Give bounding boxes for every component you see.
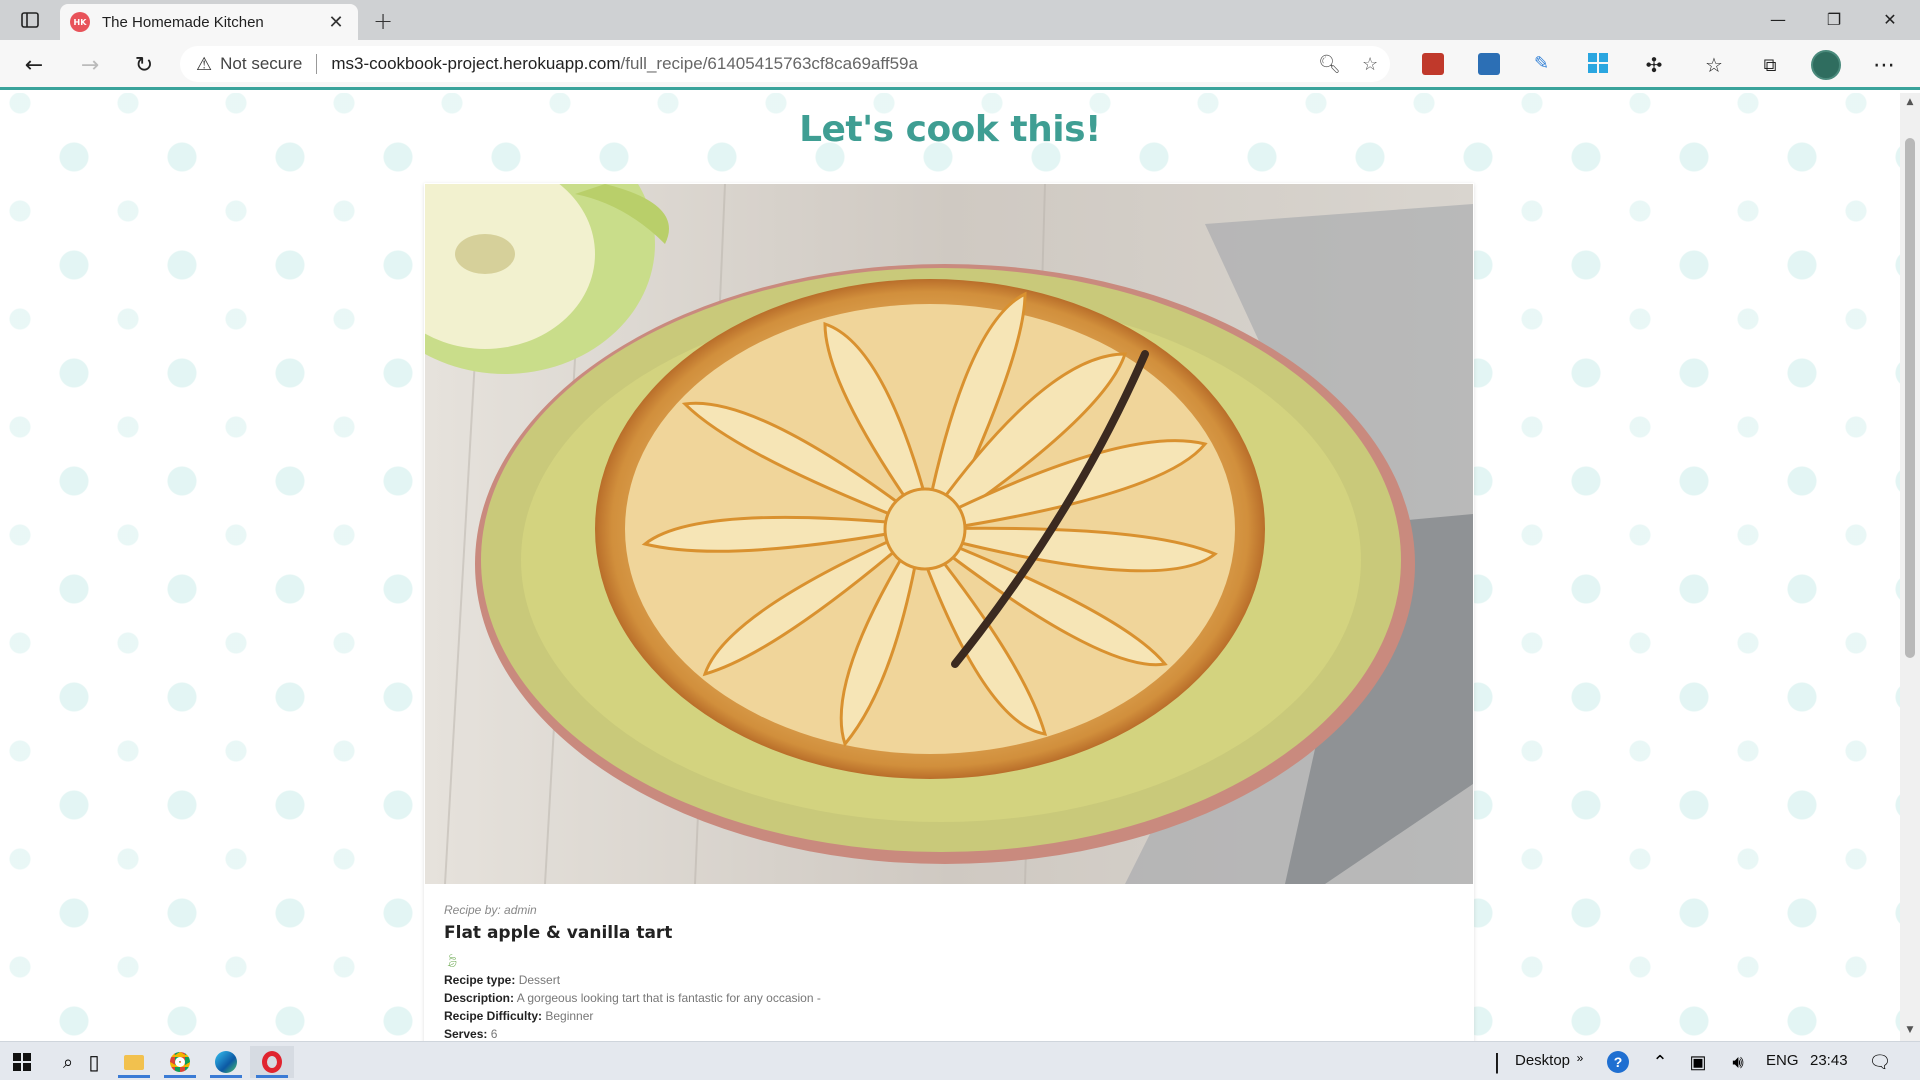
page-viewport: Let's cook this! Recipe by: admin Flat a… [0, 93, 1900, 1041]
notification-center-icon[interactable]: 🗨︎ [1858, 1046, 1902, 1078]
tab-close-icon[interactable]: ✕ [324, 10, 348, 34]
opera-icon [262, 1051, 282, 1073]
taskbar-file-explorer[interactable] [112, 1046, 156, 1078]
recipe-difficulty-field: Recipe Difficulty: Beginner [444, 1009, 821, 1023]
recipe-type-field: Recipe type: Dessert [444, 973, 821, 987]
field-label: Serves: [444, 1027, 488, 1041]
collections-icon[interactable]: ⧉ [1752, 49, 1788, 81]
help-icon[interactable]: ? [1596, 1046, 1640, 1078]
running-indicator [164, 1075, 196, 1078]
browser-tab-bar: HK The Homemade Kitchen ✕ + — ❐ ✕ [0, 0, 1920, 40]
windows-logo-icon [13, 1053, 31, 1071]
omnibox-divider [316, 54, 318, 74]
taskbar-divider: | [1494, 1049, 1500, 1074]
extensions-puzzle-icon[interactable]: ✣ [1636, 49, 1672, 81]
scroll-up-arrow-icon[interactable]: ▲ [1904, 97, 1916, 107]
restore-button[interactable]: ❐ [1806, 0, 1862, 38]
field-label: Recipe Difficulty: [444, 1009, 543, 1023]
browser-toolbar: ← → ↻ ⚠ Not secure ms3-cookbook-project.… [0, 40, 1920, 90]
security-label[interactable]: Not secure [220, 54, 302, 74]
running-indicator [210, 1075, 242, 1078]
field-value: A gorgeous looking tart that is fantasti… [516, 991, 821, 1005]
url-path: /full_recipe/61405415763cf8ca69aff59a [620, 54, 918, 73]
taskbar-edge[interactable] [204, 1046, 248, 1078]
taskbar-opera[interactable] [250, 1046, 294, 1078]
task-view-icon[interactable]: ▯ [84, 1046, 104, 1078]
recipe-title: Flat apple & vanilla tart [444, 923, 673, 943]
folder-icon [124, 1054, 144, 1070]
field-label: Description: [444, 991, 515, 1005]
site-favicon-icon: HK [70, 12, 90, 32]
settings-menu-icon[interactable]: ⋯ [1866, 49, 1902, 81]
scroll-down-arrow-icon[interactable]: ▼ [1904, 1025, 1916, 1035]
taskbar-chrome[interactable] [158, 1046, 202, 1078]
favorites-icon[interactable]: ☆ [1696, 49, 1732, 81]
tab-title: The Homemade Kitchen [102, 13, 264, 31]
forward-button[interactable]: → [72, 49, 108, 81]
extension-feather-icon[interactable]: ✎ [1534, 53, 1556, 75]
field-value: Dessert [518, 973, 561, 987]
extension-sale-icon[interactable] [1422, 53, 1444, 75]
reload-button[interactable]: ↻ [126, 49, 162, 81]
running-indicator [118, 1075, 150, 1078]
extension-windows-icon[interactable] [1588, 53, 1610, 75]
recipe-image [425, 184, 1473, 884]
chrome-icon [170, 1052, 190, 1072]
page-heading: Let's cook this! [799, 109, 1101, 150]
recipe-details: Recipe by: admin Flat apple & vanilla ta… [444, 903, 821, 1041]
recipe-description-field: Description: A gorgeous looking tart tha… [444, 991, 821, 1005]
start-button[interactable] [0, 1046, 44, 1078]
profile-avatar[interactable] [1808, 49, 1844, 81]
field-value: 6 [490, 1027, 498, 1041]
browser-tab-active[interactable]: HK The Homemade Kitchen ✕ [60, 4, 358, 40]
scrollbar-thumb[interactable] [1905, 138, 1915, 658]
extension-square-icon[interactable] [1478, 53, 1500, 75]
minimize-button[interactable]: — [1750, 0, 1806, 38]
running-indicator [256, 1075, 288, 1078]
clock-time[interactable]: 23:43 [1810, 1052, 1848, 1069]
zoom-icon[interactable]: 🔍︎ [1318, 54, 1341, 75]
page-scrollbar[interactable]: ▲ ▼ [1900, 93, 1920, 1041]
recipe-author: Recipe by: admin [444, 903, 537, 917]
windows-taskbar: ⌕ ▯ | Desktop » ? ⌃ ▣ 🔊︎ ENG 23:43 🗨︎ [0, 1041, 1920, 1080]
desktop-toolbar-label[interactable]: Desktop [1515, 1052, 1570, 1069]
back-button[interactable]: ← [16, 49, 52, 81]
network-icon[interactable]: ▣ [1676, 1046, 1720, 1078]
leaf-icon: 🍃︎ [444, 953, 461, 968]
new-tab-button[interactable]: + [368, 6, 398, 36]
input-language[interactable]: ENG [1766, 1052, 1799, 1069]
url-host: ms3-cookbook-project.herokuapp.com [331, 54, 621, 73]
add-favorite-icon[interactable]: ☆ [1362, 54, 1378, 75]
tab-actions-icon [21, 12, 39, 28]
field-label: Recipe type: [444, 973, 516, 987]
warning-icon: ⚠ [196, 53, 213, 74]
recipe-card: Recipe by: admin Flat apple & vanilla ta… [424, 183, 1474, 1041]
toolbar-expand-icon[interactable]: » [1570, 1042, 1590, 1074]
tab-actions-button[interactable] [14, 8, 46, 32]
volume-icon[interactable]: 🔊︎ [1716, 1046, 1760, 1078]
address-bar[interactable]: ⚠ Not secure ms3-cookbook-project.heroku… [180, 46, 1390, 82]
recipe-serves-field: Serves: 6 [444, 1027, 821, 1041]
field-value: Beginner [545, 1009, 594, 1023]
window-close-button[interactable]: ✕ [1862, 0, 1918, 38]
edge-icon [215, 1051, 237, 1073]
